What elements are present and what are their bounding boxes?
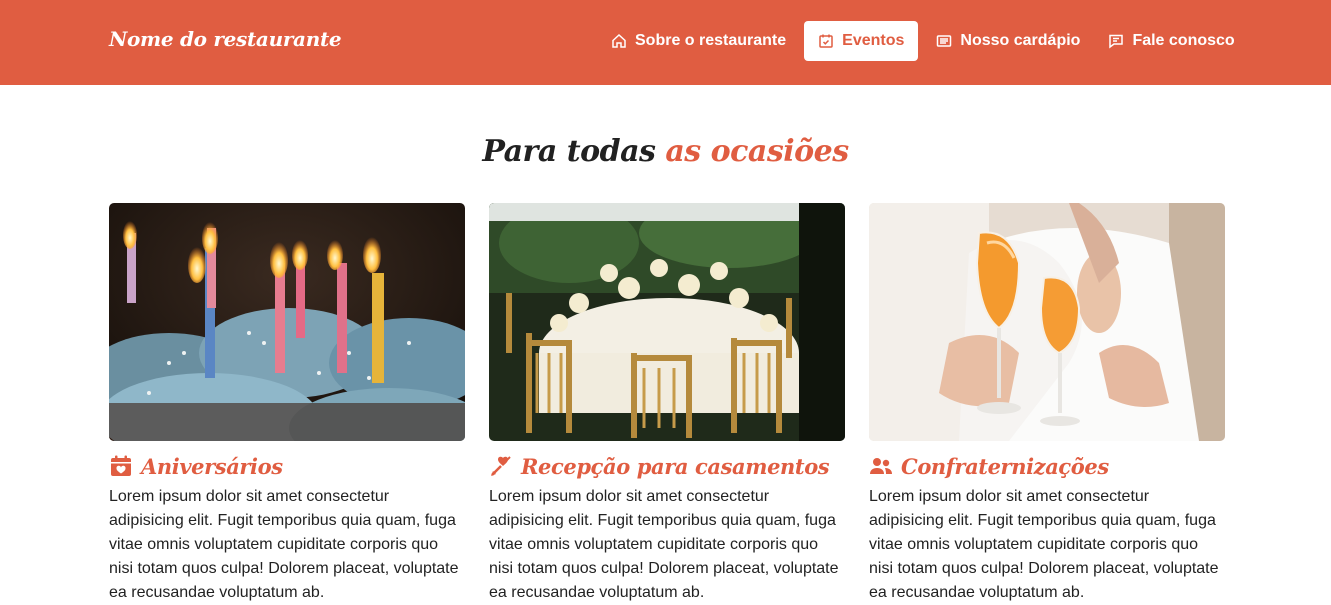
birthday-cupcakes-image xyxy=(109,203,465,441)
brand-logo[interactable]: Nome do restaurante xyxy=(109,27,342,51)
section-title-main: Para todas xyxy=(482,134,666,169)
calendar-heart-icon xyxy=(111,455,131,476)
cupid-arrow-icon xyxy=(491,456,511,476)
card-text: Lorem ipsum dolor sit amet consectetur a… xyxy=(109,488,459,601)
nav-item-about[interactable]: Sobre o restaurante xyxy=(597,21,800,61)
toast-drinks-image xyxy=(869,203,1225,441)
section-title-accent: as ocasiões xyxy=(665,134,849,169)
card-title-text: Confraternizações xyxy=(901,453,1109,479)
chat-icon xyxy=(1109,34,1124,49)
card-title-text: Aniversários xyxy=(141,453,283,479)
calendar-icon xyxy=(819,34,833,48)
event-card-get-togethers: Confraternizações Lorem ipsum dolor sit … xyxy=(869,203,1225,605)
menu-list-icon xyxy=(937,35,952,47)
top-navbar: Nome do restaurante Sobre o restaurante … xyxy=(0,0,1331,85)
wedding-reception-image xyxy=(489,203,845,441)
nav-label: Eventos xyxy=(842,32,905,49)
nav-label: Fale conosco xyxy=(1132,32,1235,49)
nav-item-events[interactable]: Eventos xyxy=(804,21,919,61)
card-title: Confraternizações xyxy=(869,451,1225,481)
card-text: Lorem ipsum dolor sit amet consectetur a… xyxy=(869,488,1219,601)
main-nav: Sobre o restaurante Eventos Nosso cardáp… xyxy=(597,21,1249,61)
card-title-text: Recepção para casamentos xyxy=(521,453,830,479)
users-icon xyxy=(870,458,892,474)
card-text: Lorem ipsum dolor sit amet consectetur a… xyxy=(489,488,839,601)
nav-label: Sobre o restaurante xyxy=(635,32,787,49)
card-title: Aniversários xyxy=(109,451,465,481)
home-icon xyxy=(612,33,626,48)
nav-item-menu[interactable]: Nosso cardápio xyxy=(922,21,1094,61)
nav-item-contact[interactable]: Fale conosco xyxy=(1094,21,1248,61)
nav-label: Nosso cardápio xyxy=(960,32,1081,49)
section-title: Para todas as ocasiões xyxy=(0,134,1331,169)
event-card-birthdays: Aniversários Lorem ipsum dolor sit amet … xyxy=(109,203,465,605)
event-card-weddings: Recepção para casamentos Lorem ipsum dol… xyxy=(489,203,845,605)
card-title: Recepção para casamentos xyxy=(489,451,845,481)
